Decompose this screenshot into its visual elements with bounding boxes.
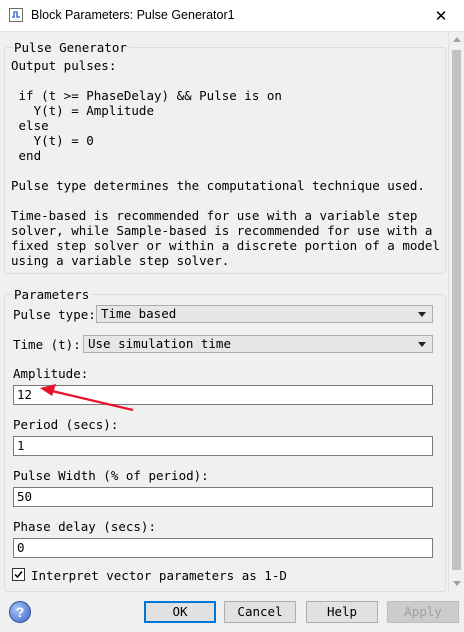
help-icon[interactable]: ? bbox=[9, 601, 31, 623]
title-bar: Block Parameters: Pulse Generator1 ✕ bbox=[0, 0, 464, 32]
checkmark-icon bbox=[14, 571, 23, 579]
apply-button[interactable]: Apply bbox=[387, 601, 459, 623]
dialog-content: Pulse Generator Output pulses: if (t >= … bbox=[0, 32, 448, 592]
phase-delay-input[interactable]: 0 bbox=[13, 538, 433, 558]
time-label: Time (t): bbox=[13, 337, 81, 352]
phase-delay-label: Phase delay (secs): bbox=[13, 519, 156, 534]
amplitude-input[interactable]: 12 bbox=[13, 385, 433, 405]
interpret-vector-checkbox[interactable] bbox=[12, 568, 25, 581]
scroll-up-icon[interactable] bbox=[453, 37, 461, 42]
block-description: Output pulses: if (t >= PhaseDelay) && P… bbox=[11, 58, 440, 268]
parameters-legend: Parameters bbox=[14, 287, 90, 302]
interpret-vector-label: Interpret vector parameters as 1-D bbox=[31, 568, 287, 583]
simulink-block-icon bbox=[9, 8, 23, 22]
time-value: Use simulation time bbox=[88, 336, 231, 351]
pulse-type-value: Time based bbox=[101, 306, 177, 321]
dropdown-arrow-icon bbox=[418, 342, 426, 347]
pulse-width-label: Pulse Width (% of period): bbox=[13, 468, 209, 483]
vertical-scrollbar[interactable] bbox=[448, 32, 464, 592]
dropdown-arrow-icon bbox=[418, 312, 426, 317]
ok-button[interactable]: OK bbox=[144, 601, 216, 623]
pulse-type-dropdown[interactable]: Time based bbox=[96, 305, 433, 323]
time-dropdown[interactable]: Use simulation time bbox=[83, 335, 433, 353]
button-bar: ? OK Cancel Help Apply bbox=[0, 596, 464, 632]
period-label: Period (secs): bbox=[13, 417, 119, 432]
pulse-width-input[interactable]: 50 bbox=[13, 487, 433, 507]
description-legend: Pulse Generator bbox=[14, 40, 127, 55]
help-button[interactable]: Help bbox=[306, 601, 378, 623]
amplitude-label: Amplitude: bbox=[13, 366, 89, 381]
scroll-thumb[interactable] bbox=[452, 50, 461, 570]
window-title: Block Parameters: Pulse Generator1 bbox=[31, 8, 235, 22]
close-icon[interactable]: ✕ bbox=[418, 0, 464, 31]
scroll-down-icon[interactable] bbox=[453, 581, 461, 586]
pulse-type-label: Pulse type: bbox=[13, 307, 96, 322]
cancel-button[interactable]: Cancel bbox=[224, 601, 296, 623]
period-input[interactable]: 1 bbox=[13, 436, 433, 456]
